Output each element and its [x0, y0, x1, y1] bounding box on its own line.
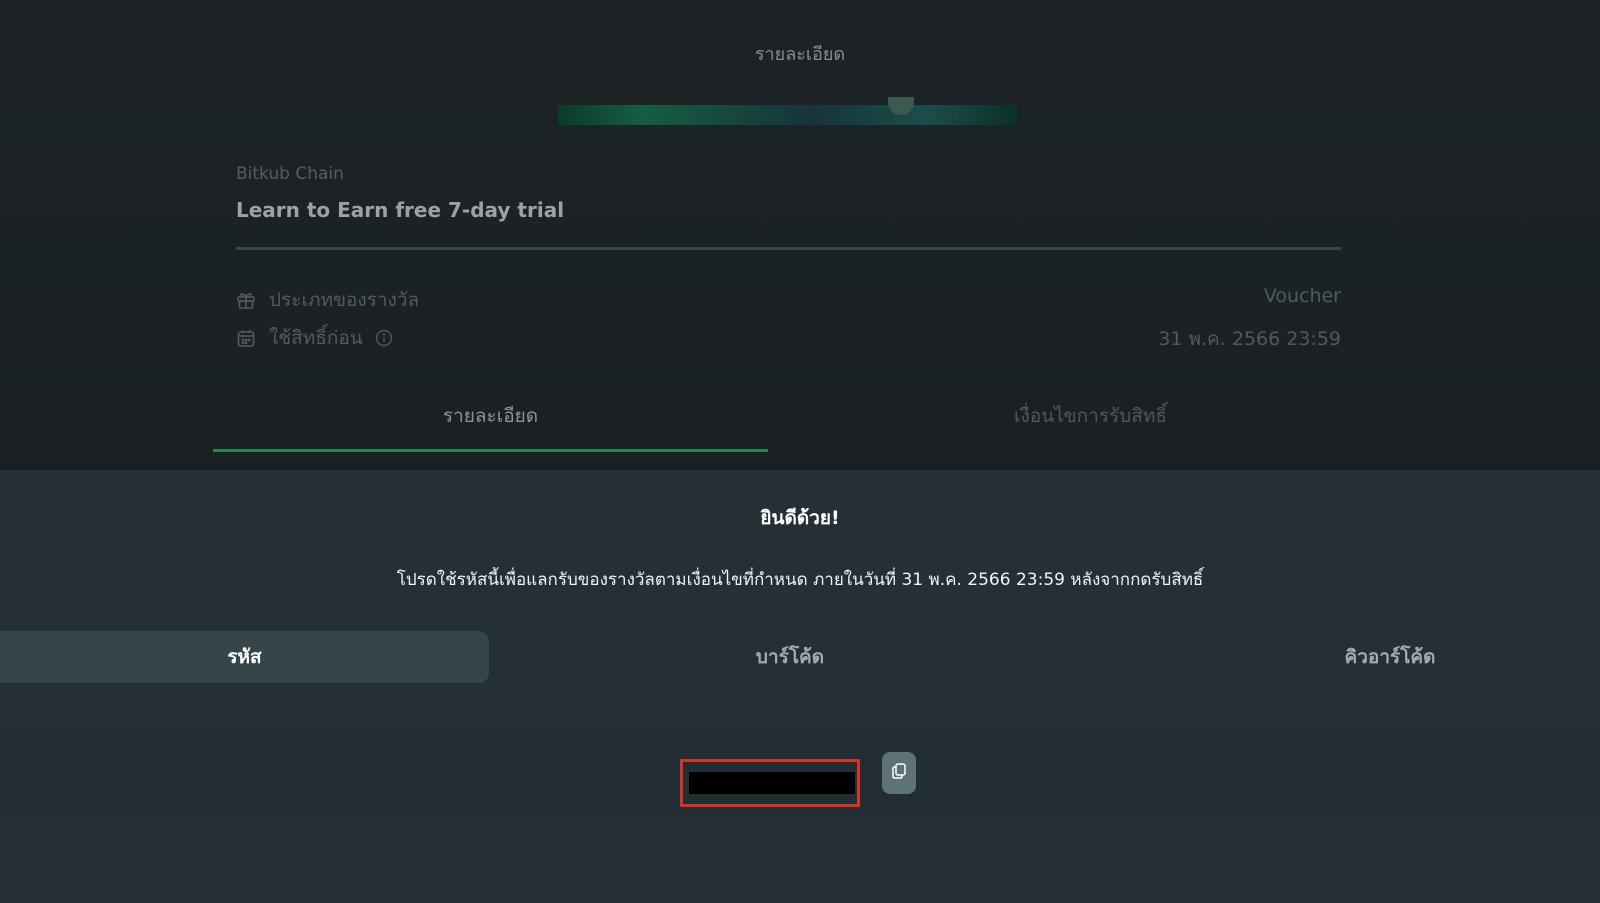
voucher-code-field[interactable]: [680, 759, 860, 807]
page-title: รายละเอียด: [754, 44, 846, 65]
reward-provider: Bitkub Chain: [236, 164, 344, 184]
copy-button[interactable]: [882, 752, 916, 794]
info-icon[interactable]: [375, 329, 393, 347]
reward-type-value: Voucher: [1263, 285, 1341, 307]
detail-tabs: รายละเอียด เงื่อนไขการรับสิทธิ์: [213, 382, 1373, 452]
divider: [236, 247, 1341, 250]
redacted-code: [689, 772, 855, 794]
top-bar: รายละเอียด: [0, 0, 1600, 105]
tab-details[interactable]: รายละเอียด: [213, 382, 768, 452]
reward-banner-image: [558, 97, 1019, 125]
reward-type-label: ประเภทของรางวัล: [269, 289, 420, 311]
tab-qr-code[interactable]: คิวอาร์โค้ด: [1140, 631, 1600, 683]
expiry-value: 31 พ.ค. 2566 23:59: [1158, 328, 1341, 350]
calendar-icon: [236, 328, 256, 348]
expiry-row: ใช้สิทธิ์ก่อน: [236, 323, 393, 353]
tab-conditions[interactable]: เงื่อนไขการรับสิทธิ์: [813, 382, 1368, 452]
tab-barcode[interactable]: บาร์โค้ด: [540, 631, 1040, 683]
congrats-heading: ยินดีด้วย!: [760, 507, 840, 529]
redeem-sheet: ยินดีด้วย! โปรดใช้รหัสนี้เพื่อแลกรับของร…: [0, 470, 1600, 903]
banner-decoration: [888, 97, 914, 115]
reward-type-row: ประเภทของรางวัล: [236, 285, 419, 315]
gift-icon: [236, 290, 256, 310]
redeem-instruction: โปรดใช้รหัสนี้เพื่อแลกรับของรางวัลตามเงื…: [396, 570, 1204, 590]
expiry-label: ใช้สิทธิ์ก่อน: [269, 327, 363, 349]
tab-code[interactable]: รหัส: [0, 631, 489, 683]
copy-icon: [890, 762, 908, 784]
reward-title: Learn to Earn free 7-day trial: [236, 198, 565, 222]
